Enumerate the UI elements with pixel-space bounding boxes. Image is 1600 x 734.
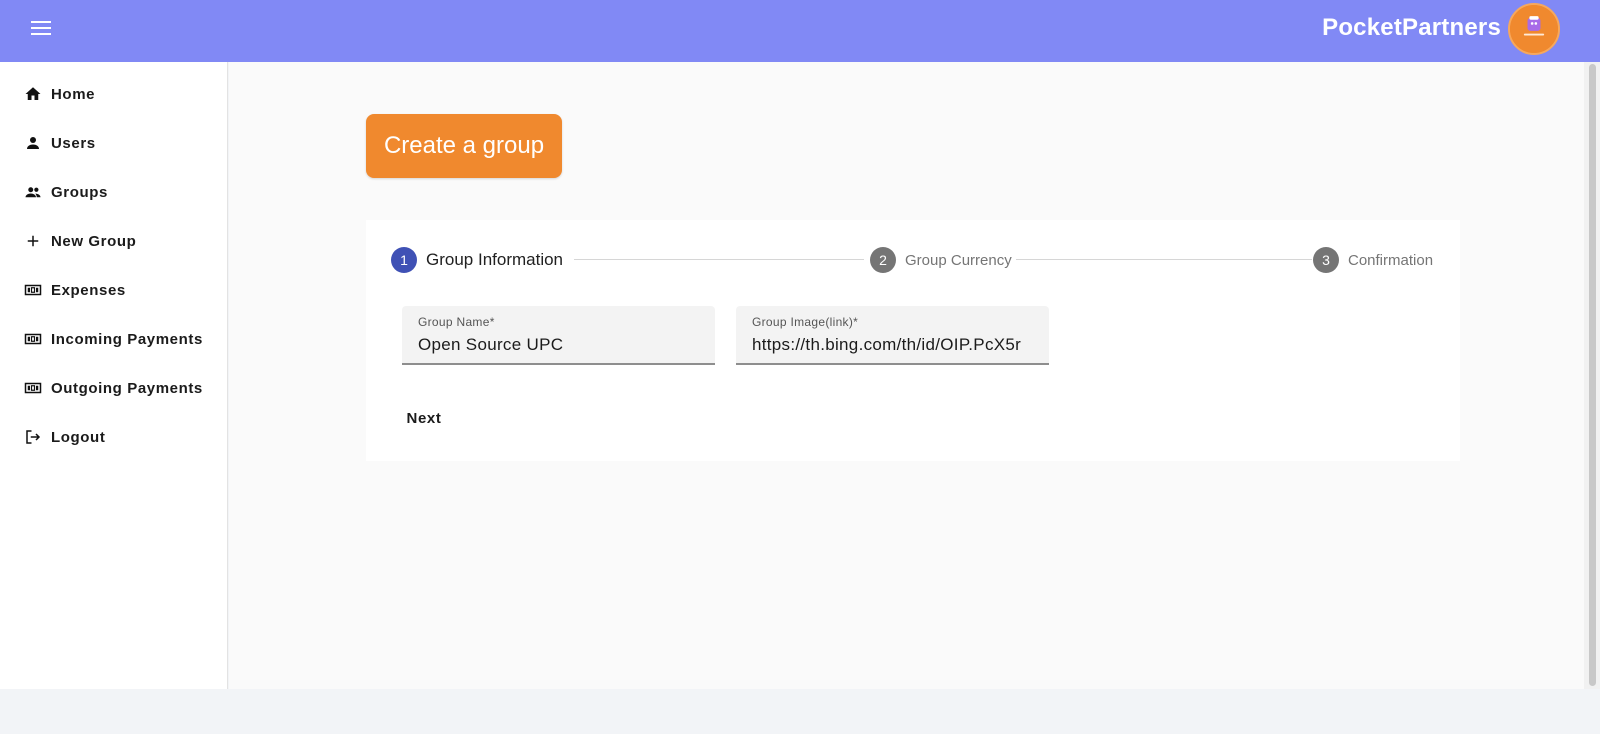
step-number: 1 — [391, 247, 417, 273]
sidebar-item-groups[interactable]: Groups — [0, 170, 228, 214]
pocket-logo-icon[interactable] — [1508, 3, 1560, 55]
people-icon — [24, 183, 42, 201]
sidebar-item-expenses[interactable]: Expenses — [0, 268, 228, 312]
bottom-strip — [0, 689, 1600, 734]
sidebar-item-outgoing-payments[interactable]: Outgoing Payments — [0, 366, 228, 410]
sidebar-item-home[interactable]: Home — [0, 72, 228, 116]
menu-icon[interactable] — [26, 18, 56, 44]
next-button[interactable]: Next — [398, 403, 450, 433]
logout-icon — [24, 428, 42, 446]
step-confirmation: 3 Confirmation — [1313, 247, 1433, 273]
sidebar-item-label: Users — [51, 134, 96, 152]
step-number: 3 — [1313, 247, 1339, 273]
scrollbar-thumb[interactable] — [1589, 64, 1596, 686]
step-number: 2 — [870, 247, 896, 273]
step-label: Group Currency — [905, 251, 1012, 269]
sidebar: Home Users Groups New Group Expenses Inc… — [0, 62, 228, 689]
group-image-field[interactable]: Group Image(link)* — [736, 306, 1049, 365]
sidebar-item-incoming-payments[interactable]: Incoming Payments — [0, 317, 228, 361]
sidebar-item-label: Incoming Payments — [51, 330, 203, 348]
money-icon — [24, 330, 42, 348]
step-group-currency: 2 Group Currency — [870, 247, 1012, 273]
sidebar-item-label: Logout — [51, 428, 106, 446]
sidebar-item-label: New Group — [51, 232, 137, 250]
top-app-bar: PocketPartners — [0, 0, 1600, 62]
group-image-label: Group Image(link)* — [752, 315, 859, 329]
step-connector — [1016, 259, 1312, 260]
person-icon — [24, 134, 42, 152]
group-image-input[interactable] — [752, 333, 1033, 357]
group-name-field[interactable]: Group Name* — [402, 306, 715, 365]
sidebar-item-label: Home — [51, 85, 96, 103]
sidebar-item-label: Outgoing Payments — [51, 379, 203, 397]
sidebar-item-label: Expenses — [51, 281, 126, 299]
plus-icon — [24, 232, 42, 250]
sidebar-item-logout[interactable]: Logout — [0, 415, 228, 459]
create-group-button[interactable]: Create a group — [366, 114, 562, 178]
home-icon — [24, 85, 42, 103]
app-title: PocketPartners — [1322, 14, 1501, 41]
step-connector — [574, 259, 864, 260]
money-icon — [24, 281, 42, 299]
sidebar-item-new-group[interactable]: New Group — [0, 219, 228, 263]
sidebar-item-users[interactable]: Users — [0, 121, 228, 165]
step-group-information: 1 Group Information — [391, 247, 563, 273]
sidebar-item-label: Groups — [51, 183, 108, 201]
step-label: Group Information — [426, 250, 564, 269]
money-icon — [24, 379, 42, 397]
group-name-input[interactable] — [418, 333, 699, 357]
group-name-label: Group Name* — [418, 315, 495, 329]
step-label: Confirmation — [1348, 251, 1434, 269]
